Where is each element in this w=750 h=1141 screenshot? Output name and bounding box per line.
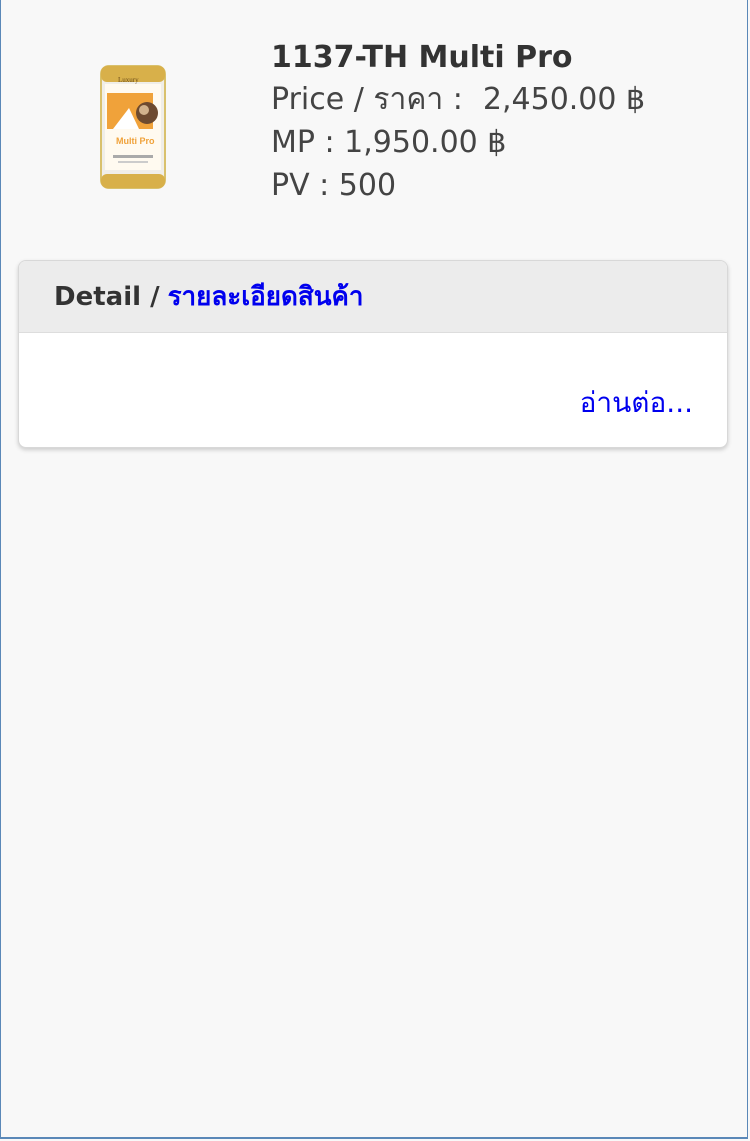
- product-info: 1137-TH Multi Pro Price / ราคา : 2,450.00…: [271, 38, 731, 207]
- member-price: MP : 1,950.00 ฿: [271, 125, 507, 160]
- read-more-link[interactable]: อ่านต่อ...: [580, 381, 693, 425]
- svg-text:Multi Pro: Multi Pro: [116, 136, 155, 146]
- detail-header: Detail / รายละเอียดสินค้า: [19, 261, 727, 333]
- product-summary: Luxury Multi Pro 1137-TH Multi Pro Price…: [1, 0, 747, 240]
- product-title: 1137-TH Multi Pro: [271, 40, 573, 75]
- product-detail-screen: Luxury Multi Pro 1137-TH Multi Pro Price…: [0, 0, 748, 1139]
- detail-title-en: Detail /: [54, 281, 160, 312]
- point-value: PV : 500: [271, 168, 397, 203]
- product-can-image: Luxury Multi Pro: [100, 65, 166, 189]
- detail-card: Detail / รายละเอียดสินค้า อ่านต่อ...: [18, 260, 728, 448]
- detail-title-th: รายละเอียดสินค้า: [167, 282, 364, 312]
- price-value: 2,450.00 ฿: [482, 82, 646, 117]
- price-label: Price / ราคา :: [271, 82, 463, 117]
- product-price-line: Price / ราคา : 2,450.00 ฿: [271, 78, 731, 121]
- svg-text:Luxury: Luxury: [118, 76, 139, 84]
